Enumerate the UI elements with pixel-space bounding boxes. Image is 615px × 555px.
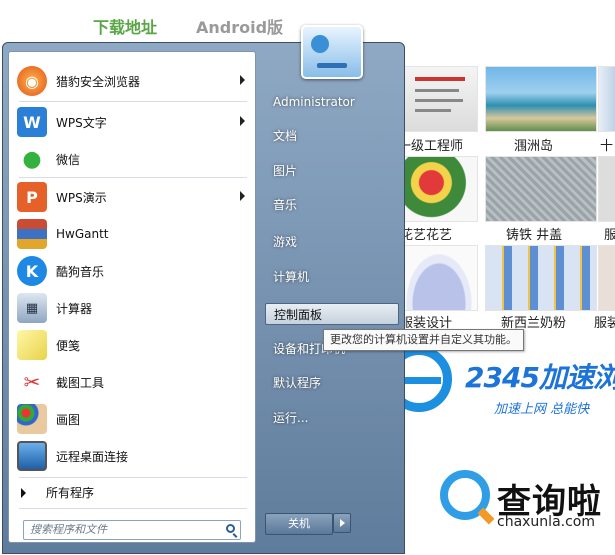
place-pictures[interactable]: 图片 <box>265 160 399 182</box>
place-control-panel[interactable]: 控制面板 <box>265 303 399 325</box>
remote-desktop-icon <box>17 441 47 471</box>
program-sticky-notes[interactable]: 便笺 <box>13 328 251 362</box>
browser-brand-tagline: 加速上网 总能快 <box>494 402 590 417</box>
user-picture-icon[interactable] <box>301 25 363 79</box>
wps-presentation-icon: P <box>17 182 47 212</box>
program-wechat[interactable]: ● 微信 <box>13 142 251 176</box>
wps-writer-icon: W <box>17 107 47 137</box>
program-label: 便笺 <box>56 338 81 353</box>
browser-brand-name: 2345加速浏 <box>465 361 615 394</box>
program-wps-presentation[interactable]: P WPS演示 <box>13 180 251 214</box>
hwgantt-icon <box>17 219 47 249</box>
start-menu: ◉ 猎豹安全浏览器 W WPS文字 ● 微信 P WPS演示 HwGantt K… <box>2 25 405 554</box>
cheetah-browser-icon: ◉ <box>17 66 47 96</box>
search-placeholder: 搜索程序和文件 <box>30 523 107 536</box>
place-documents[interactable]: 文档 <box>265 125 399 147</box>
place-music[interactable]: 音乐 <box>265 194 399 216</box>
thumb-partial-2[interactable] <box>598 156 615 222</box>
place-computer[interactable]: 计算机 <box>265 266 399 288</box>
caption-partial-2: 服 <box>604 228 615 243</box>
caption-manhole: 铸铁 井盖 <box>506 228 563 243</box>
place-default-programs[interactable]: 默认程序 <box>265 372 399 394</box>
divider <box>19 177 247 178</box>
kugou-music-icon: K <box>17 256 47 286</box>
program-label: 微信 <box>56 152 81 167</box>
thumb-weizhou-island[interactable] <box>485 66 597 132</box>
paint-icon <box>17 404 47 434</box>
thumb-milk-1[interactable] <box>598 66 615 132</box>
search-icon[interactable] <box>226 524 235 533</box>
submenu-arrow-icon <box>240 75 245 85</box>
submenu-arrow-icon <box>240 191 245 201</box>
snipping-tool-icon: ✂ <box>17 367 47 397</box>
sticky-notes-icon <box>17 330 47 360</box>
android-tab[interactable]: Android版 <box>196 14 283 38</box>
program-label: WPS文字 <box>56 115 107 130</box>
submenu-arrow-icon <box>240 116 245 126</box>
thumb-manhole-cover[interactable] <box>485 156 597 222</box>
programs-pane: ◉ 猎豹安全浏览器 W WPS文字 ● 微信 P WPS演示 HwGantt K… <box>8 51 256 543</box>
program-label: 截图工具 <box>56 375 105 390</box>
program-remote-desktop[interactable]: 远程桌面连接 <box>13 439 251 473</box>
caption-weizhou: 涠洲岛 <box>514 139 554 154</box>
program-label: 猎豹安全浏览器 <box>56 74 141 89</box>
control-panel-tooltip: 更改您的计算机设置并自定义其功能。 <box>323 329 524 351</box>
all-programs-button[interactable]: 所有程序 <box>21 484 94 501</box>
watermark-logo-icon <box>440 470 490 520</box>
divider <box>19 477 247 478</box>
program-label: HwGantt <box>56 227 109 241</box>
caption-flowers: 花艺花艺 <box>400 228 453 243</box>
divider <box>19 101 247 102</box>
shutdown-options-button[interactable] <box>333 513 351 533</box>
program-label: 画图 <box>56 412 81 427</box>
thumb-milk-powder[interactable] <box>485 245 597 311</box>
place-games[interactable]: 游戏 <box>265 231 399 253</box>
caption-partial-3: 服装 <box>594 316 615 331</box>
divider <box>19 508 247 509</box>
thumb-dress[interactable] <box>400 245 478 311</box>
caption-engineer: 一级工程师 <box>398 139 464 154</box>
thumb-partial-3[interactable] <box>598 245 615 311</box>
program-calculator[interactable]: ▦ 计算器 <box>13 291 251 325</box>
program-label: 酷狗音乐 <box>56 264 105 279</box>
program-cheetah-browser[interactable]: ◉ 猎豹安全浏览器 <box>13 64 251 98</box>
search-input[interactable]: 搜索程序和文件 <box>23 520 241 540</box>
place-user[interactable]: Administrator <box>265 91 399 113</box>
watermark-url: chaxunla.com <box>497 514 595 530</box>
caption-partial-1: 十 <box>600 139 614 154</box>
place-run[interactable]: 运行... <box>265 407 399 429</box>
expand-arrow-icon <box>21 487 26 498</box>
thumb-flowers[interactable] <box>400 156 478 222</box>
places-pane: Administrator 文档 图片 音乐 游戏 计算机 控制面板 设备和打印… <box>261 25 404 553</box>
program-paint[interactable]: 画图 <box>13 402 251 436</box>
download-tab[interactable]: 下载地址 <box>93 14 157 38</box>
all-programs-label: 所有程序 <box>46 486 95 500</box>
program-label: 远程桌面连接 <box>56 449 129 464</box>
program-label: 计算器 <box>56 301 93 316</box>
wechat-icon: ● <box>17 144 47 174</box>
program-kugou-music[interactable]: K 酷狗音乐 <box>13 254 251 288</box>
program-wps-writer[interactable]: W WPS文字 <box>13 105 251 139</box>
program-snipping-tool[interactable]: ✂ 截图工具 <box>13 365 251 399</box>
thumb-engineer[interactable] <box>400 66 478 132</box>
shutdown-button[interactable]: 关机 <box>265 513 333 535</box>
program-hwgantt[interactable]: HwGantt <box>13 217 251 251</box>
calculator-icon: ▦ <box>17 293 47 323</box>
program-label: WPS演示 <box>56 190 107 205</box>
